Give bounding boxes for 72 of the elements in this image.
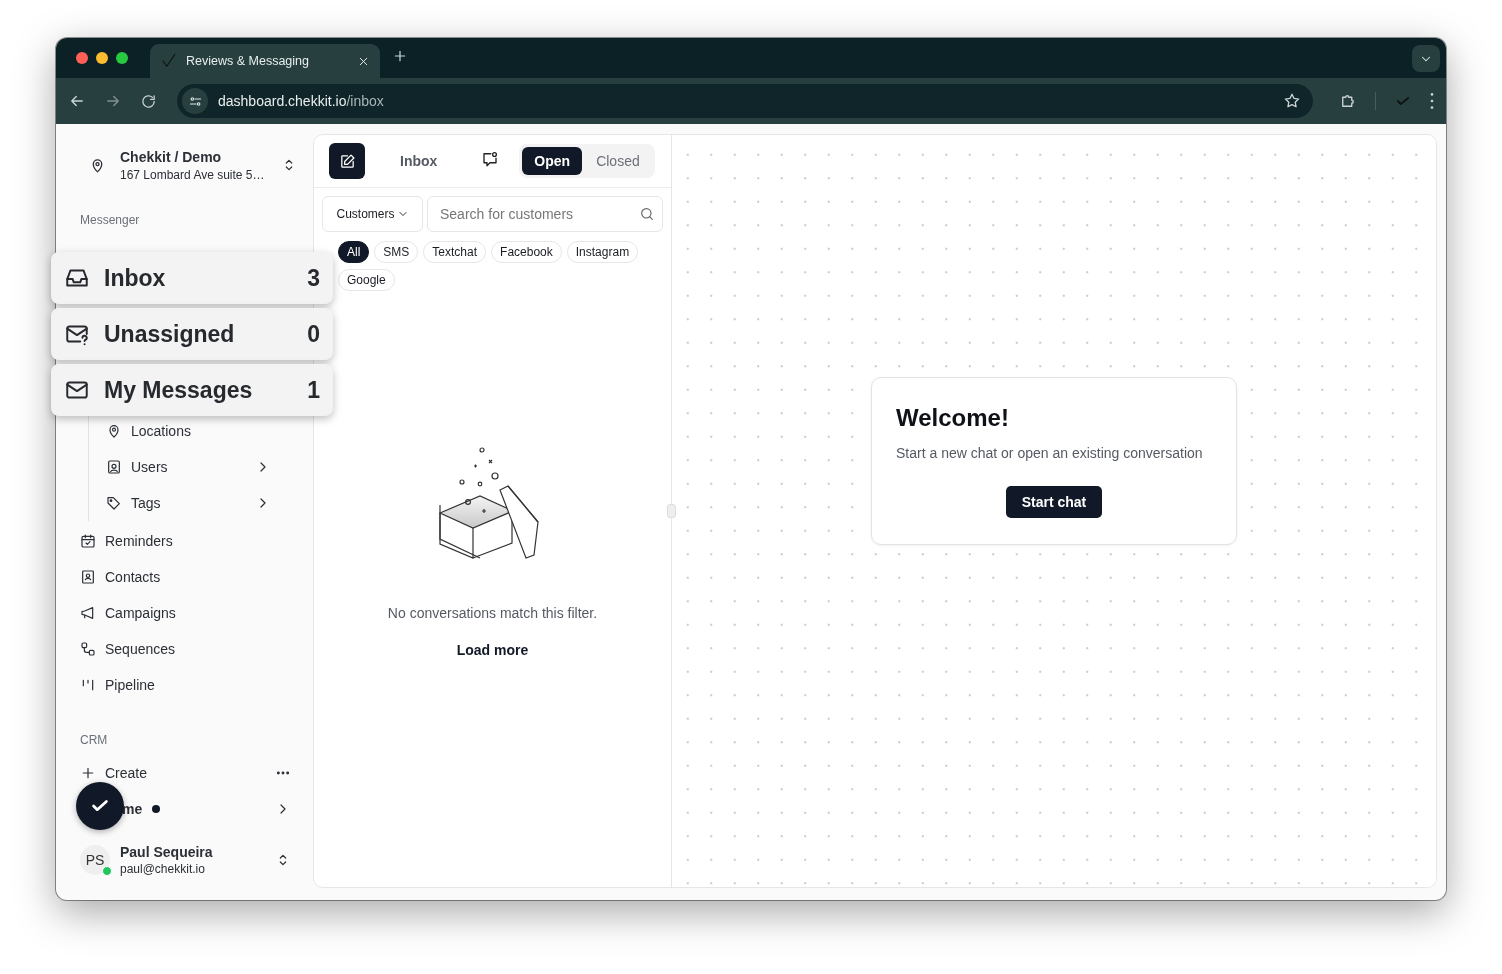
folder-callout[interactable]: Unassigned 0 (51, 308, 333, 360)
customers-dropdown[interactable]: Customers (322, 196, 423, 232)
browser-tab[interactable]: Reviews & Messaging (150, 44, 380, 78)
message-alert-icon (481, 150, 500, 168)
bookmark-star-icon (1283, 92, 1301, 110)
user-name: Paul Sequeira (120, 844, 214, 860)
user-menu[interactable]: PS Paul Sequeira paul@chekkit.io (80, 840, 313, 880)
sidebar-item[interactable]: Contacts (80, 559, 313, 595)
folder-callout[interactable]: My Messages 1 (51, 364, 333, 416)
sidebar-item[interactable]: Pipeline (80, 667, 313, 703)
account-address: 167 Lombard Ave suite 5… (120, 167, 266, 182)
pin-icon (106, 423, 122, 439)
folder-callout[interactable]: Inbox 3 (51, 252, 333, 304)
status-tab[interactable]: Closed (584, 147, 652, 175)
checkmark-icon (160, 52, 178, 70)
panel-title: Inbox (400, 153, 438, 169)
sidebar-item[interactable]: Reminders (80, 523, 313, 559)
sidebar-item[interactable]: Users (106, 449, 291, 485)
user-email: paul@chekkit.io (120, 862, 206, 876)
megaphone-icon (80, 605, 96, 621)
reload-icon (140, 92, 157, 110)
folder-count: 3 (307, 264, 320, 292)
site-settings-button[interactable] (182, 88, 208, 114)
location-switcher[interactable]: Chekkit / Demo 167 Lombard Ave suite 5… (80, 146, 313, 184)
plus-icon (392, 48, 408, 64)
welcome-text: Start a new chat or open an existing conversation (896, 445, 1204, 461)
url-text: dashboard.chekkit.io/inbox (218, 93, 385, 109)
account-name: Chekkit / Demo (120, 148, 223, 165)
tag-icon (106, 495, 122, 511)
minimize-window-button[interactable] (96, 52, 108, 64)
channel-filter-chip[interactable]: Facebook (491, 241, 562, 263)
pipeline-icon (80, 677, 96, 693)
home-label: me (122, 801, 143, 817)
maximize-window-button[interactable] (116, 52, 128, 64)
channel-filter-chip[interactable]: Google (338, 269, 395, 291)
address-bar[interactable]: dashboard.chekkit.io/inbox (177, 84, 1313, 118)
welcome-title: Welcome! (896, 404, 1010, 432)
search-icon (639, 206, 655, 222)
folder-label: Inbox (104, 264, 167, 292)
sidebar-item[interactable]: Locations (106, 413, 291, 449)
start-chat-button[interactable]: Start chat (1005, 486, 1103, 518)
empty-state-message: No conversations match this filter. (387, 605, 598, 621)
channel-filter-chip[interactable]: All (338, 241, 370, 263)
search-field[interactable]: Search for customers (427, 196, 663, 232)
user-avatar: PS (80, 845, 110, 875)
section-label: Messenger (80, 212, 141, 228)
plus-icon (80, 765, 96, 781)
channel-filter-chip[interactable]: Instagram (566, 241, 639, 263)
more-vertical-icon[interactable] (1430, 93, 1434, 109)
folder-label: My Messages (104, 376, 254, 404)
channel-filter-chip[interactable]: SMS (374, 241, 419, 263)
create-button[interactable]: Create (80, 755, 313, 791)
sidebar-item[interactable]: Tags (106, 485, 291, 521)
contact-card-icon (80, 569, 96, 585)
compose-icon (338, 152, 356, 170)
sequence-icon (80, 641, 96, 657)
status-tab[interactable]: Open (522, 147, 583, 175)
folder-count: 1 (307, 376, 320, 404)
section-label: CRM (80, 732, 109, 748)
calendar-icon (80, 533, 96, 549)
compose-button[interactable] (329, 143, 365, 179)
puzzle-icon (1339, 92, 1357, 110)
tab-title: Reviews & Messaging (186, 54, 310, 68)
load-more-button[interactable]: Load more (450, 641, 535, 659)
close-window-button[interactable] (76, 52, 88, 64)
folder-count: 0 (307, 320, 320, 348)
sidebar-item[interactable]: me (122, 791, 313, 827)
sidebar-item[interactable]: Sequences (80, 631, 313, 667)
folder-label: Unassigned (104, 320, 236, 348)
channel-filter-chip[interactable]: Textchat (423, 241, 487, 263)
sidebar-item[interactable]: Campaigns (80, 595, 313, 631)
user-badge-icon (106, 459, 122, 475)
